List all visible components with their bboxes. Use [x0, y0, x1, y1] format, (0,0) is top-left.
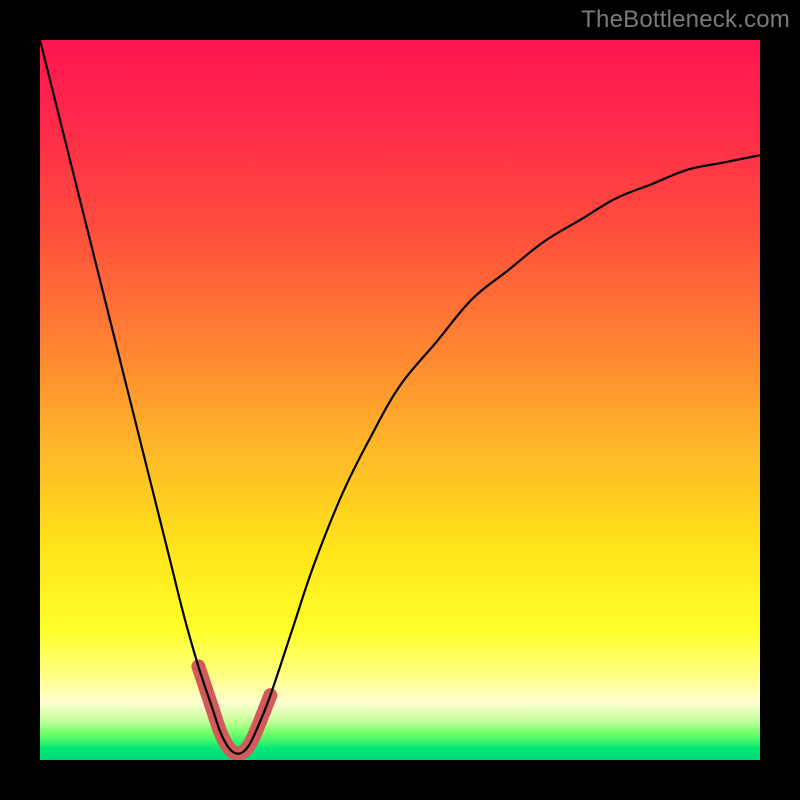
watermark-text: TheBottleneck.com — [581, 6, 790, 34]
gradient-background — [40, 40, 760, 760]
plot-area — [40, 40, 760, 760]
chart-frame: TheBottleneck.com — [0, 0, 800, 800]
chart-svg — [40, 40, 760, 760]
